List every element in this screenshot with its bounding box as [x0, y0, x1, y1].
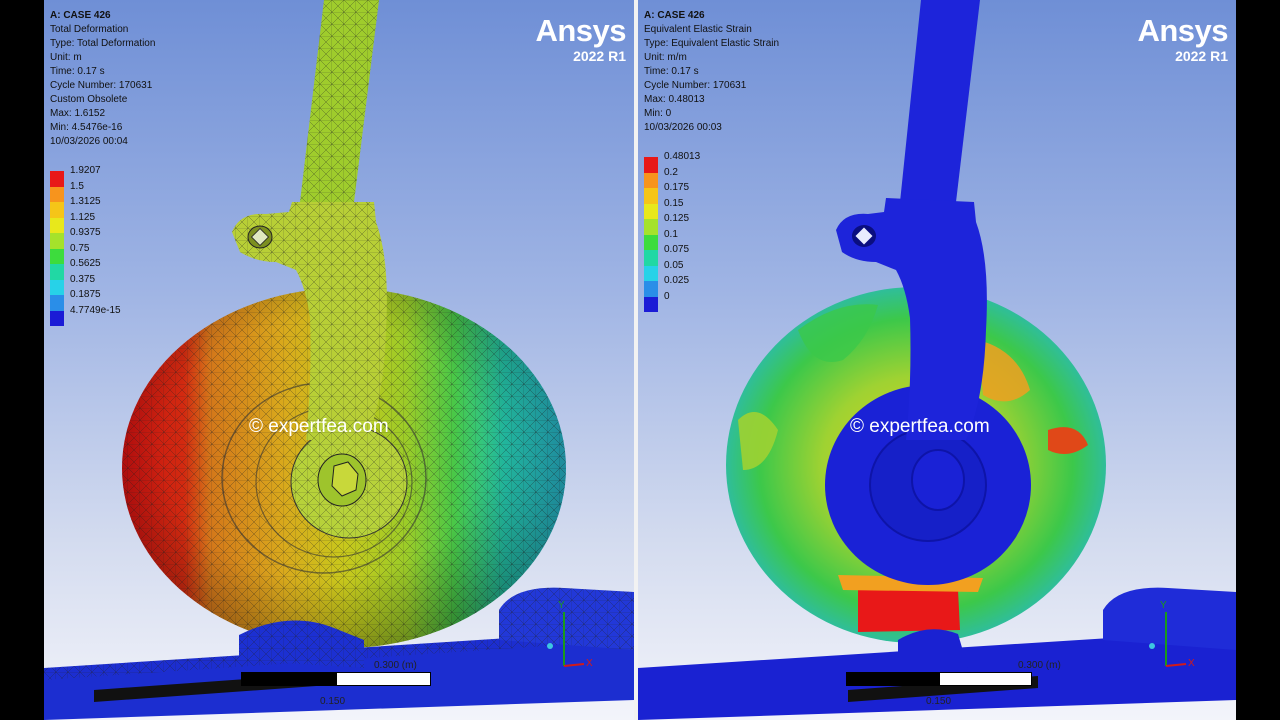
legend-swatch	[644, 172, 658, 188]
legend-swatch	[644, 265, 658, 281]
legend-swatch	[644, 281, 658, 297]
watermark: © expertfea.com	[850, 416, 990, 437]
result-time: Time: 0.17 s	[644, 66, 699, 77]
legend-swatch	[50, 171, 64, 187]
result-name: Total Deformation	[50, 24, 129, 35]
legend-label: 0.025	[664, 275, 690, 286]
version-label: 2022 R1	[573, 48, 626, 64]
legend-label: 1.3125	[70, 196, 101, 207]
legend-label: 0.1	[664, 228, 678, 240]
result-date: 10/03/2026 00:03	[644, 122, 722, 133]
legend-label: 0	[664, 290, 670, 302]
ansys-logo: Ansys 2022 R1	[535, 13, 626, 65]
axis-y-label: Y	[558, 600, 565, 611]
result-info-panel: A: CASE 426 Total Deformation Type: Tota…	[50, 9, 155, 149]
legend-label: 0.15	[664, 197, 684, 209]
scale-label-bottom: 0.150	[926, 696, 952, 707]
result-unit: Unit: m/m	[644, 52, 687, 63]
version-label: 2022 R1	[1175, 48, 1228, 64]
legend-swatch	[644, 296, 658, 312]
brand-name: Ansys	[535, 13, 626, 48]
result-unit: Unit: m	[50, 52, 82, 63]
result-min: Min: 4.5476e-16	[50, 122, 123, 133]
result-time: Time: 0.17 s	[50, 66, 105, 77]
viewport-total-deformation[interactable]: A: CASE 426 Total Deformation Type: Tota…	[44, 0, 634, 720]
legend-swatch	[644, 250, 658, 266]
legend-label: 0.75	[70, 242, 90, 254]
scale-label-top: 0.300 (m)	[1018, 660, 1061, 671]
legend-swatch	[50, 233, 64, 249]
scale-bar	[846, 672, 1032, 688]
result-cycle: Cycle Number: 170631	[644, 80, 747, 91]
watermark: © expertfea.com	[249, 416, 389, 437]
legend-label: 0.125	[664, 213, 690, 224]
axis-y-label: Y	[1160, 600, 1167, 611]
legend-swatch	[644, 203, 658, 219]
viewport-equivalent-strain[interactable]: A: CASE 426 Equivalent Elastic Strain Ty…	[638, 0, 1236, 720]
scale-label-top: 0.300 (m)	[374, 660, 417, 671]
legend-label: 0.05	[664, 259, 684, 271]
legend-label: 0.48013	[664, 151, 701, 162]
legend-swatch	[50, 248, 64, 264]
legend-label: 1.5	[70, 180, 84, 192]
result-name: Equivalent Elastic Strain	[644, 24, 752, 35]
legend-label: 0.375	[70, 273, 96, 285]
legend-label: 0.9375	[70, 227, 101, 238]
legend-swatch	[50, 202, 64, 218]
axis-x-label: X	[586, 658, 593, 669]
result-date: 10/03/2026 00:04	[50, 136, 128, 147]
result-min: Min: 0	[644, 108, 672, 119]
result-max: Max: 0.48013	[644, 94, 705, 105]
scale-label-bottom: 0.150	[320, 696, 346, 707]
legend-swatch	[50, 217, 64, 233]
legend-label: 0.175	[664, 182, 690, 193]
result-max: Max: 1.6152	[50, 108, 106, 119]
case-title: A: CASE 426	[50, 10, 111, 21]
legend-label: 0.075	[664, 244, 690, 255]
case-title: A: CASE 426	[644, 10, 705, 21]
legend-swatch	[644, 188, 658, 204]
result-info-panel: A: CASE 426 Equivalent Elastic Strain Ty…	[644, 9, 779, 135]
legend-label: 0.5625	[70, 258, 101, 269]
legend-label: 4.7749e-15	[70, 304, 121, 316]
result-type: Type: Total Deformation	[50, 38, 156, 49]
result-type: Type: Equivalent Elastic Strain	[644, 38, 780, 49]
scale-bar	[241, 672, 431, 688]
legend-swatch	[50, 264, 64, 280]
legend-swatch	[50, 186, 64, 202]
legend-label: 0.2	[664, 166, 678, 178]
result-cycle: Cycle Number: 170631	[50, 80, 153, 91]
legend-swatch	[50, 295, 64, 311]
legend-swatch	[644, 157, 658, 173]
legend-swatch	[50, 310, 64, 326]
result-custom: Custom Obsolete	[50, 94, 128, 105]
legend-label: 1.125	[70, 211, 96, 223]
legend-swatch	[644, 219, 658, 235]
legend-swatch	[644, 234, 658, 250]
brand-name: Ansys	[1137, 13, 1228, 48]
legend-label: 1.9207	[70, 165, 101, 176]
axis-x-label: X	[1188, 658, 1195, 669]
legend-swatch	[50, 279, 64, 295]
ansys-logo: Ansys 2022 R1	[1137, 13, 1228, 65]
legend-label: 0.1875	[70, 289, 101, 300]
